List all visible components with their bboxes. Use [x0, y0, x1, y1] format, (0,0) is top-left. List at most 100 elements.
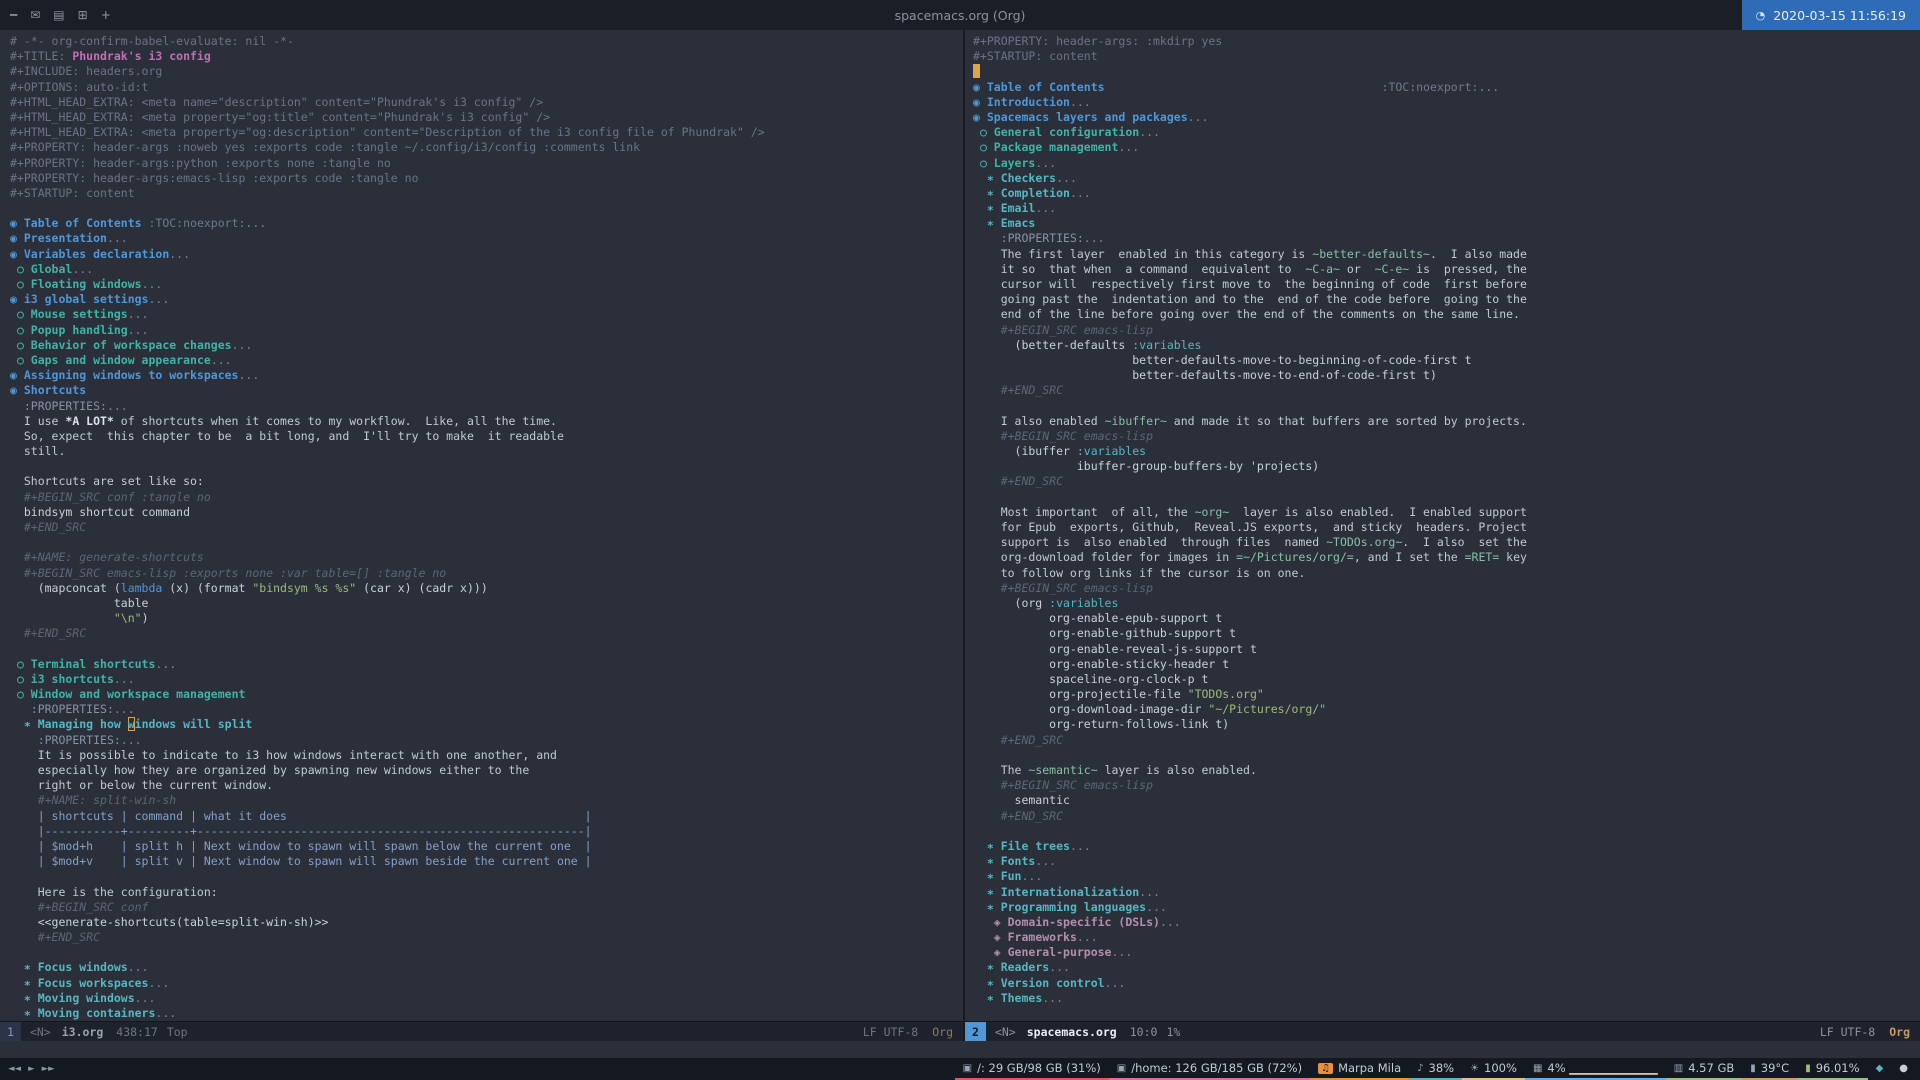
buffer-line[interactable]: (org :variables [973, 596, 1920, 611]
buffer-line[interactable] [973, 490, 1920, 505]
buffer-line[interactable]: #+END_SRC [10, 520, 963, 535]
workspace-icon-3[interactable]: ▤ [53, 8, 64, 22]
buffer-line[interactable]: end of the line before going over the en… [973, 307, 1920, 322]
buffer-line[interactable]: ∗ Version control... [973, 976, 1920, 991]
buffer-line[interactable]: ∗ Emacs [973, 216, 1920, 231]
buffer-line[interactable]: #+END_SRC [973, 809, 1920, 824]
buffer-line[interactable]: ◉ Spacemacs layers and packages... [973, 110, 1920, 125]
buffer-line[interactable]: #+TITLE: Phundrak's i3 config [10, 49, 963, 64]
buffer-line[interactable]: ○ Floating windows... [10, 277, 963, 292]
buffer-line[interactable]: org-enable-github-support t [973, 626, 1920, 641]
buffer-line[interactable]: ∗ Internationalization... [973, 885, 1920, 900]
buffer-line[interactable]: #+BEGIN_SRC emacs-lisp :exports none :va… [10, 566, 963, 581]
buffer-line[interactable]: org-return-follows-link t) [973, 717, 1920, 732]
buffer-spacemacs-org[interactable]: #+PROPERTY: header-args: :mkdirp yes #+ST… [965, 30, 1920, 1021]
workspace-icon-5[interactable]: + [101, 8, 111, 22]
buffer-line[interactable]: |-----------+---------+-----------------… [10, 824, 963, 839]
buffer-line[interactable]: Here is the configuration: [10, 885, 963, 900]
buffer-line[interactable]: #+BEGIN_SRC emacs-lisp [973, 778, 1920, 793]
buffer-line[interactable]: ibuffer-group-buffers-by 'projects) [973, 459, 1920, 474]
buffer-line[interactable]: ○ Terminal shortcuts... [10, 657, 963, 672]
buffer-line[interactable]: (ibuffer :variables [973, 444, 1920, 459]
buffer-line[interactable]: #+END_SRC [973, 474, 1920, 489]
buffer-line[interactable] [10, 535, 963, 550]
buffer-line[interactable]: ○ General configuration... [973, 125, 1920, 140]
buffer-line[interactable]: :PROPERTIES:... [10, 702, 963, 717]
buffer-line[interactable]: #+HTML_HEAD_EXTRA: <meta property="og:ti… [10, 110, 963, 125]
buffer-line[interactable]: ∗ Moving containers... [10, 1006, 963, 1021]
buffer-line[interactable]: #+BEGIN_SRC emacs-lisp [973, 429, 1920, 444]
buffer-line[interactable]: still. [10, 444, 963, 459]
buffer-line[interactable]: for Epub exports, Github, Reveal.JS expo… [973, 520, 1920, 535]
buffer-line[interactable]: ∗ Focus workspaces... [10, 976, 963, 991]
buffer-line[interactable]: :PROPERTIES:... [10, 399, 963, 414]
buffer-line[interactable]: #+END_SRC [973, 383, 1920, 398]
buffer-line[interactable]: ◈ Frameworks... [973, 930, 1920, 945]
buffer-line[interactable]: | shortcuts | command | what it does | [10, 809, 963, 824]
buffer-line[interactable]: better-defaults-move-to-end-of-code-firs… [973, 368, 1920, 383]
buffer-line[interactable] [973, 824, 1920, 839]
buffer-line[interactable]: ∗ Focus windows... [10, 960, 963, 975]
buffer-line[interactable]: I also enabled ~ibuffer~ and made it so … [973, 414, 1920, 429]
buffer-line[interactable] [973, 64, 1920, 79]
buffer-line[interactable]: ◉ Table of Contents :TOC:noexport:... [10, 216, 963, 231]
buffer-line[interactable]: #+NAME: generate-shortcuts [10, 550, 963, 565]
buffer-line[interactable]: # -*- org-confirm-babel-evaluate: nil -*… [10, 34, 963, 49]
buffer-line[interactable]: ∗ Managing how windows will split [10, 717, 963, 732]
buffer-line[interactable]: to follow org links if the cursor is on … [973, 566, 1920, 581]
buffer-line[interactable]: org-projectile-file "TODOs.org" [973, 687, 1920, 702]
buffer-line[interactable] [973, 399, 1920, 414]
buffer-line[interactable]: #+STARTUP: content [10, 186, 963, 201]
buffer-line[interactable]: #+PROPERTY: header-args :noweb yes :expo… [10, 140, 963, 155]
media-prev-button[interactable]: ◄◄ [8, 1064, 21, 1074]
buffer-line[interactable]: ∗ Themes... [973, 991, 1920, 1006]
buffer-line[interactable]: ◉ Presentation... [10, 231, 963, 246]
buffer-line[interactable]: especially how they are organized by spa… [10, 763, 963, 778]
buffer-line[interactable]: ◉ Table of Contents :TOC:noexport:... [973, 80, 1920, 95]
buffer-line[interactable]: #+BEGIN_SRC conf :tangle no [10, 490, 963, 505]
buffer-line[interactable]: #+PROPERTY: header-args: :mkdirp yes [973, 34, 1920, 49]
echo-area[interactable] [0, 1041, 1920, 1058]
buffer-line[interactable]: ◈ General-purpose... [973, 945, 1920, 960]
buffer-line[interactable] [10, 945, 963, 960]
buffer-line[interactable]: going past the indentation and to the en… [973, 292, 1920, 307]
workspace-icon-2[interactable]: ✉ [30, 8, 40, 22]
buffer-line[interactable]: ∗ Readers... [973, 960, 1920, 975]
buffer-line[interactable] [10, 642, 963, 657]
buffer-line[interactable]: ◉ Introduction... [973, 95, 1920, 110]
buffer-line[interactable]: #+HTML_HEAD_EXTRA: <meta property="og:de… [10, 125, 963, 140]
buffer-line[interactable]: #+PROPERTY: header-args:emacs-lisp :expo… [10, 171, 963, 186]
buffer-line[interactable]: ∗ Email... [973, 201, 1920, 216]
buffer-line[interactable]: ∗ Checkers... [973, 171, 1920, 186]
media-play-button[interactable]: ► [28, 1064, 35, 1074]
buffer-line[interactable]: ∗ File trees... [973, 839, 1920, 854]
buffer-line[interactable]: ∗ Programming languages... [973, 900, 1920, 915]
workspace-icon-1[interactable]: ─ [10, 8, 17, 22]
buffer-line[interactable]: semantic [973, 793, 1920, 808]
buffer-line[interactable] [10, 459, 963, 474]
buffer-line[interactable]: ◉ i3 global settings... [10, 292, 963, 307]
buffer-line[interactable]: #+STARTUP: content [973, 49, 1920, 64]
buffer-line[interactable]: Shortcuts are set like so: [10, 474, 963, 489]
buffer-line[interactable]: #+OPTIONS: auto-id:t [10, 80, 963, 95]
buffer-line[interactable]: (better-defaults :variables [973, 338, 1920, 353]
buffer-line[interactable]: it so that when a command equivalent to … [973, 262, 1920, 277]
buffer-line[interactable]: #+END_SRC [973, 733, 1920, 748]
buffer-line[interactable]: ∗ Fun... [973, 869, 1920, 884]
media-next-button[interactable]: ►► [42, 1064, 55, 1074]
buffer-line[interactable]: ◉ Shortcuts [10, 383, 963, 398]
buffer-line[interactable]: ○ i3 shortcuts... [10, 672, 963, 687]
workspace-icon-4[interactable]: ⊞ [78, 8, 88, 22]
buffer-line[interactable]: ◈ Domain-specific (DSLs)... [973, 915, 1920, 930]
buffer-line[interactable]: So, expect this chapter to be a bit long… [10, 429, 963, 444]
buffer-line[interactable]: ○ Gaps and window appearance... [10, 353, 963, 368]
buffer-line[interactable]: table [10, 596, 963, 611]
buffer-i3-org[interactable]: # -*- org-confirm-babel-evaluate: nil -*… [0, 30, 963, 1021]
buffer-line[interactable]: It is possible to indicate to i3 how win… [10, 748, 963, 763]
buffer-line[interactable]: ○ Layers... [973, 156, 1920, 171]
buffer-line[interactable]: org-enable-epub-support t [973, 611, 1920, 626]
buffer-line[interactable]: #+BEGIN_SRC emacs-lisp [973, 581, 1920, 596]
buffer-line[interactable]: (mapconcat (lambda (x) (format "bindsym … [10, 581, 963, 596]
buffer-line[interactable]: ○ Popup handling... [10, 323, 963, 338]
buffer-line[interactable]: #+HTML_HEAD_EXTRA: <meta name="descripti… [10, 95, 963, 110]
